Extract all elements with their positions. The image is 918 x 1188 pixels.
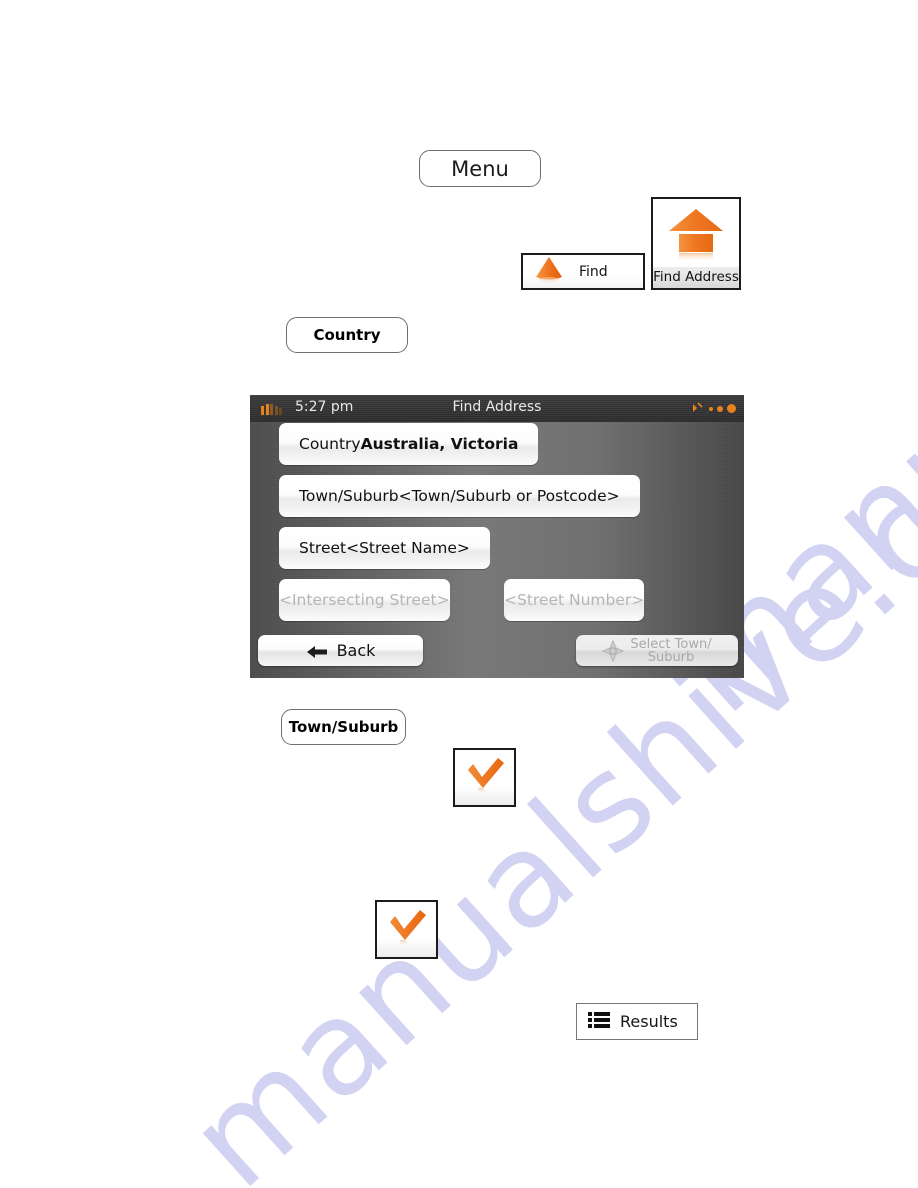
row-country-value: Australia, Victoria [360,435,519,453]
row-country-label: Country [299,435,361,453]
orange-checkmark-icon [463,755,507,801]
confirm-check-button-1[interactable] [453,748,516,807]
country-callout-label: Country [313,326,381,344]
row-street-value: <Street Name> [346,539,470,557]
country-callout-button[interactable]: Country [286,317,408,353]
confirm-check-button-2[interactable] [375,900,438,959]
compass-icon [602,639,625,662]
gps-satellite-icon [691,402,736,415]
row-street[interactable]: Street <Street Name> [279,527,490,576]
results-button[interactable]: Results [576,1003,698,1040]
find-address-button-label: Find Address [653,267,739,288]
row-street-number-placeholder: <Street Number> [504,591,645,609]
row-town-suburb[interactable]: Town/Suburb <Town/Suburb or Postcode> [279,475,640,524]
row-intersecting-street-placeholder: <Intersecting Street> [279,591,450,609]
find-button[interactable]: Find [521,253,645,290]
gps-screen-title: Find Address [452,399,542,415]
row-town-suburb-label: Town/Suburb [299,487,399,505]
gps-select-line2: Suburb [647,649,695,665]
find-button-label: Find [579,263,608,280]
row-street-label: Street [299,539,347,557]
row-town-suburb-value: <Town/Suburb or Postcode> [398,487,620,505]
gps-device-screen: 5:27 pm Find Address Country Australia, … [250,395,744,678]
house-icon [665,205,727,263]
list-icon [588,1011,610,1033]
gps-select-town-suburb-label: Select Town/ Suburb [630,638,711,664]
row-street-number[interactable]: <Street Number> [504,579,645,628]
gps-back-button[interactable]: Back [258,635,423,666]
gps-back-button-label: Back [336,641,376,660]
cone-marker-icon [531,255,567,288]
row-country[interactable]: Country Australia, Victoria [279,423,539,472]
find-address-button[interactable]: Find Address [651,197,741,290]
back-arrow-icon [306,644,328,658]
menu-button[interactable]: Menu [419,150,541,187]
orange-checkmark-icon [385,907,429,953]
gps-status-bar: 5:27 pm Find Address [250,395,744,422]
row-intersecting-street[interactable]: <Intersecting Street> [279,579,450,628]
results-button-label: Results [620,1012,678,1031]
gps-select-town-suburb-button[interactable]: Select Town/ Suburb [576,635,738,666]
menu-button-label: Menu [451,156,509,181]
town-suburb-callout-label: Town/Suburb [288,718,399,736]
town-suburb-callout-button[interactable]: Town/Suburb [281,709,406,745]
